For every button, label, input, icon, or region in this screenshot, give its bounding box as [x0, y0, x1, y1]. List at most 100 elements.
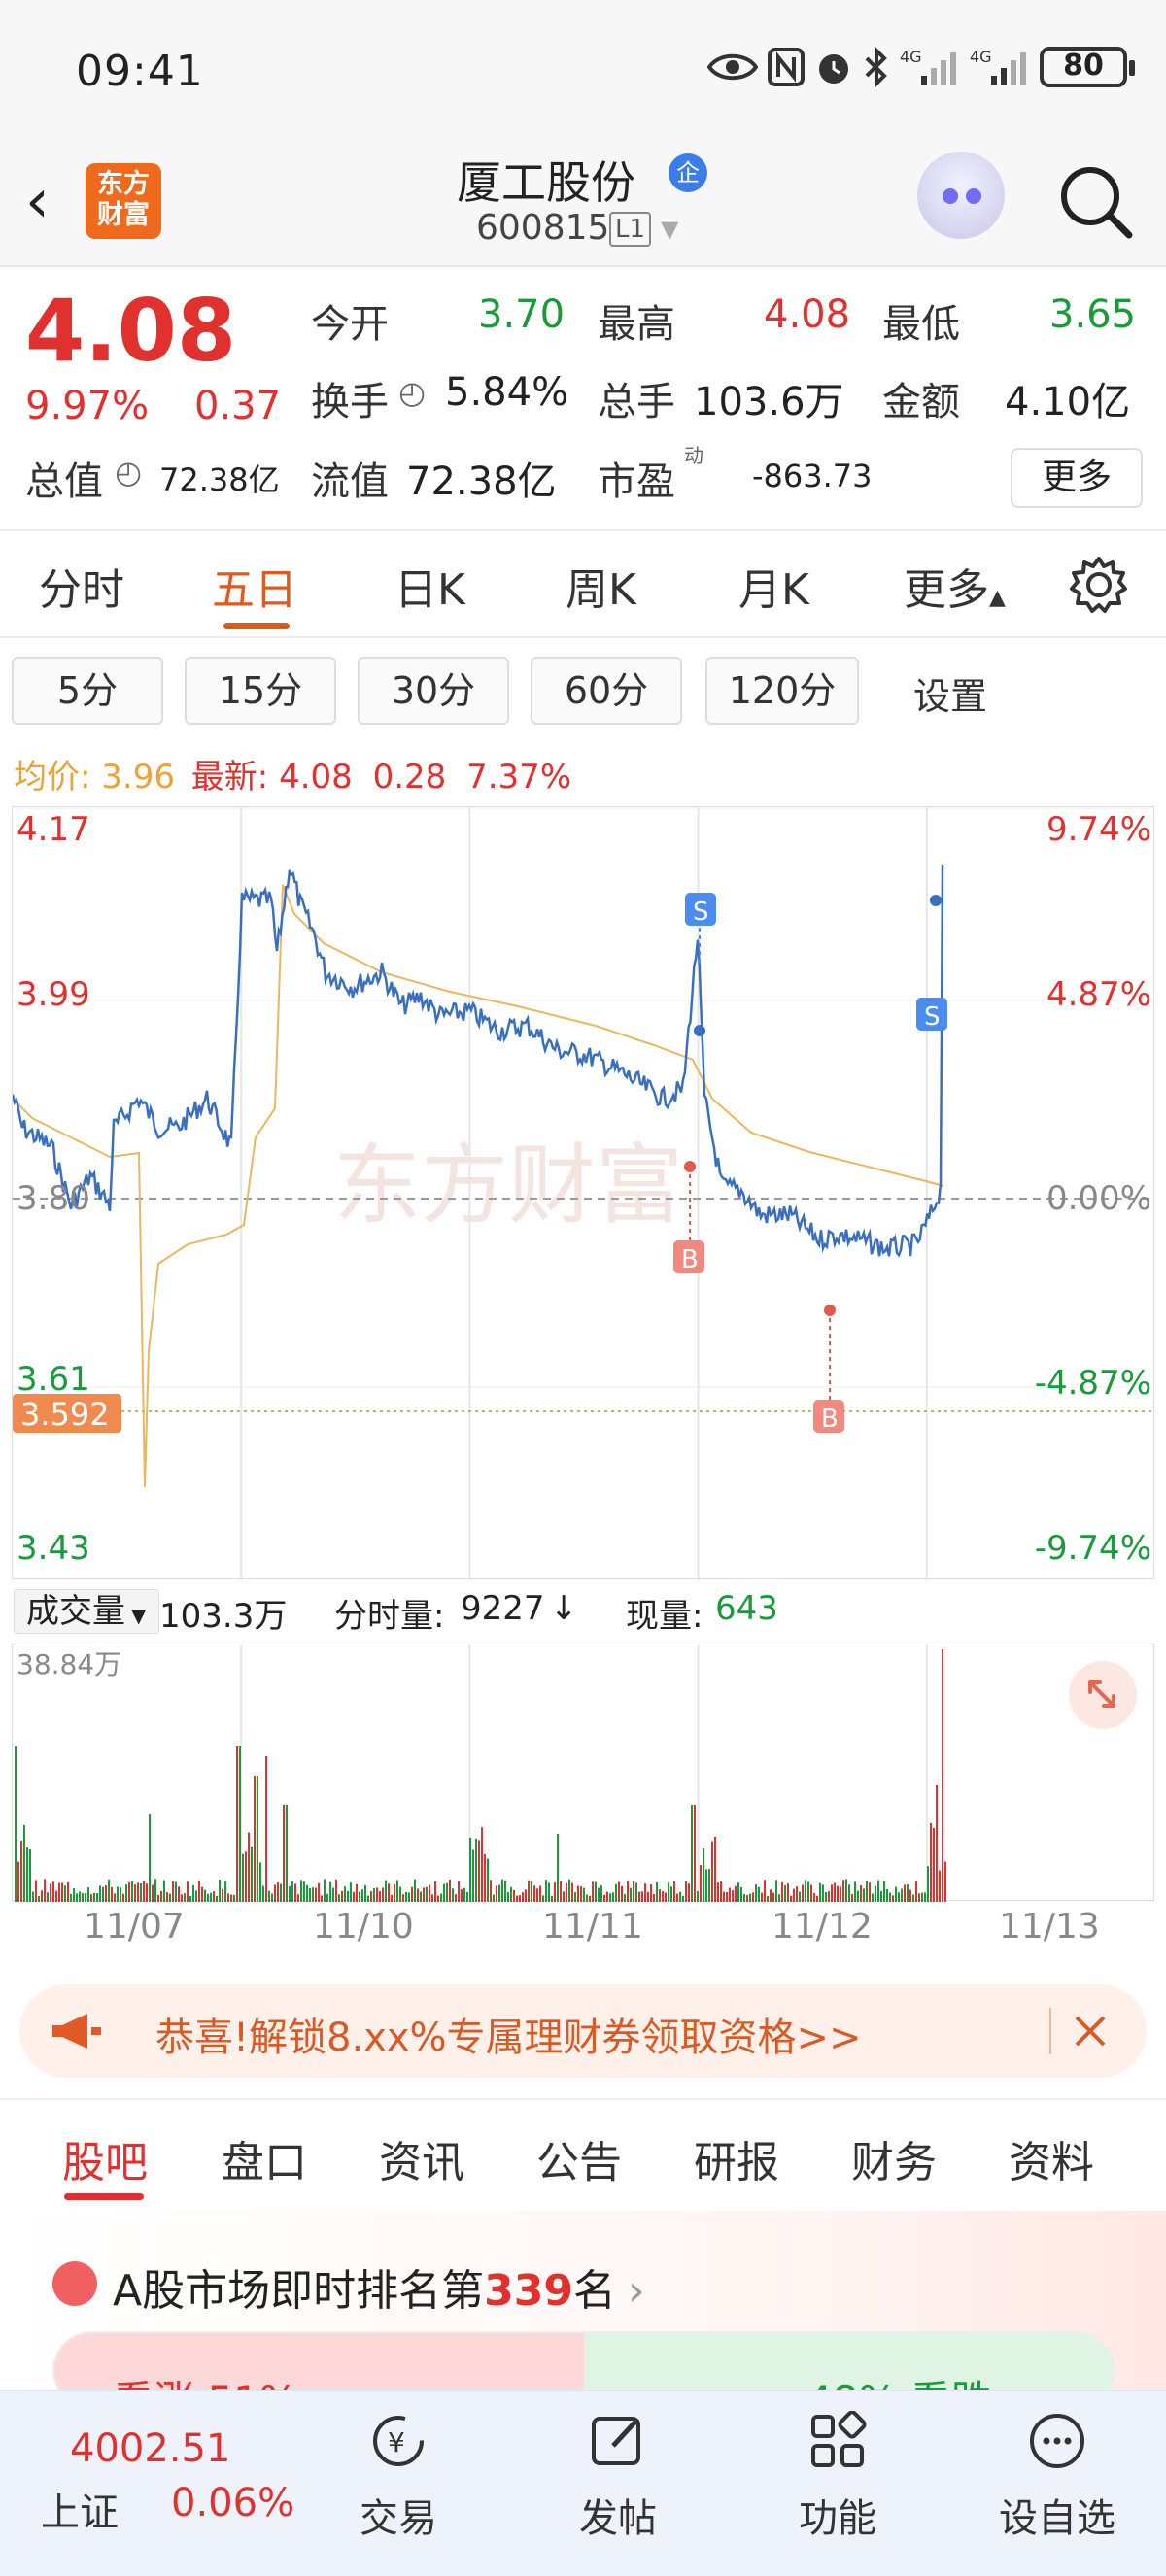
volume-bar [854, 1881, 856, 1902]
interval-15min[interactable]: 15分 [185, 657, 336, 725]
tab-weekly-k[interactable]: 周K [566, 555, 636, 617]
tab-five-day[interactable]: 五日 [212, 555, 297, 617]
volume-bar [198, 1880, 200, 1902]
tab-guba[interactable]: 股吧 [62, 2127, 148, 2189]
volume-bar [586, 1894, 588, 1902]
volume-bar [99, 1885, 101, 1902]
interval-30min[interactable]: 30分 [358, 657, 509, 725]
expand-icon[interactable] [1069, 1661, 1137, 1729]
volume-bar [828, 1891, 830, 1902]
volume-bar [490, 1880, 492, 1902]
tab-finance[interactable]: 财务 [851, 2127, 937, 2189]
volume-chart[interactable]: 38.84万 [12, 1644, 1154, 1902]
assistant-robot-icon[interactable] [917, 152, 1005, 239]
back-icon[interactable]: ‹ [25, 165, 50, 236]
index-change[interactable]: 0.06% [171, 2481, 294, 2525]
volume-bar [810, 1884, 812, 1902]
volume-bar [47, 1892, 49, 1902]
close-icon[interactable] [1071, 2012, 1110, 2051]
volume-bar [737, 1882, 739, 1902]
index-value[interactable]: 4002.51 [70, 2426, 230, 2471]
nav-add-watchlist[interactable]: 设自选 [989, 2411, 1125, 2543]
volume-bar [283, 1805, 285, 1902]
volume-bar [87, 1887, 89, 1902]
down-arrow-icon: ↓ [550, 1589, 578, 1628]
volume-bar [525, 1889, 527, 1902]
volume-bar [536, 1888, 538, 1902]
volume-bar [341, 1890, 343, 1902]
caret-down-icon[interactable]: ▼ [661, 216, 678, 243]
volume-bar [111, 1886, 113, 1902]
volume-bar [242, 1853, 244, 1902]
volume-bar [939, 1870, 941, 1902]
volume-bar [539, 1885, 541, 1902]
volume-bar [32, 1891, 34, 1902]
stock-name[interactable]: 厦工股份 [457, 148, 635, 212]
interval-60min[interactable]: 60分 [531, 657, 682, 725]
index-name[interactable]: 上证 [41, 2481, 119, 2537]
nav-functions[interactable]: 功能 [770, 2410, 906, 2543]
volume-bar [901, 1888, 903, 1902]
float-label: 流值 [311, 459, 389, 504]
tab-monthly-k[interactable]: 月K [738, 555, 809, 617]
volume-bar [857, 1890, 859, 1902]
volume-bar [29, 1849, 31, 1902]
volume-bar [385, 1880, 387, 1902]
volume-bar [122, 1893, 124, 1902]
ranking-chart-icon [52, 2261, 97, 2306]
nav-post[interactable]: 发帖 [550, 2411, 686, 2543]
tab-profile[interactable]: 资料 [1009, 2127, 1094, 2189]
level-badge[interactable]: L1 [609, 212, 652, 247]
interval-120min[interactable]: 120分 [705, 657, 859, 725]
volume-bar [670, 1886, 672, 1902]
volume-bar [245, 1851, 247, 1902]
volume-bar [837, 1885, 839, 1902]
volume-bar [131, 1881, 133, 1902]
brand-logo[interactable]: 东方 财富 [86, 163, 161, 239]
interval-settings-button[interactable]: 设置 [913, 666, 987, 720]
avg-label: 均价: [14, 758, 91, 797]
volume-bar [149, 1814, 151, 1902]
volume-bar [598, 1887, 600, 1902]
tab-research[interactable]: 研报 [694, 2127, 779, 2189]
turnover-label: 换手 [311, 380, 389, 424]
volume-bar [729, 1887, 731, 1902]
gear-icon[interactable] [1069, 555, 1129, 615]
promo-banner[interactable]: 恭喜!解锁8.xx%专属理财券领取资格>> [19, 1984, 1147, 2078]
info-icon[interactable]: ◴ [115, 454, 142, 491]
more-quote-button[interactable]: 更多 [1011, 448, 1143, 508]
volume-bar [592, 1881, 594, 1902]
volume-bar [807, 1881, 809, 1902]
volume-indicator-select[interactable]: 成交量 ▼ [14, 1589, 159, 1634]
date-label-2: 11/10 [313, 1907, 414, 1947]
tab-news[interactable]: 资讯 [379, 2127, 464, 2189]
info-icon[interactable]: ◴ [398, 374, 426, 411]
volume-bar [621, 1885, 623, 1902]
volume-bar [557, 1834, 559, 1902]
tab-announcements[interactable]: 公告 [536, 2127, 622, 2189]
volume-bar [236, 1746, 238, 1902]
tab-pankou[interactable]: 盘口 [222, 2127, 307, 2189]
volume-bar [96, 1893, 98, 1902]
interval-5min[interactable]: 5分 [12, 657, 163, 725]
volume-bar [105, 1885, 107, 1902]
volume-bar [41, 1890, 43, 1902]
volume-bar [682, 1895, 684, 1902]
search-icon[interactable] [1055, 161, 1135, 241]
volume-bar [463, 1887, 465, 1902]
volume-bar [213, 1891, 215, 1902]
volume-bar [379, 1891, 381, 1902]
tab-intraday[interactable]: 分时 [39, 555, 124, 617]
tab-daily-k[interactable]: 日K [394, 555, 465, 617]
volume-bar [329, 1881, 331, 1902]
period-tabs: 分时 五日 日K 周K 月K 更多▲ [0, 529, 1166, 638]
volume-bar [851, 1894, 853, 1902]
volume-bar [44, 1879, 46, 1902]
volume-bar [160, 1890, 162, 1902]
price-chart[interactable]: 东方财富 4.17 3.99 3.80 3.61 3.43 9.74% 4.87… [11, 806, 1155, 1580]
volume-bar [531, 1881, 532, 1902]
tab-more-periods[interactable]: 更多▲ [904, 555, 1006, 617]
megaphone-icon [52, 2014, 101, 2049]
last-price: 4.08 [25, 281, 237, 381]
nav-trade[interactable]: ¥ 交易 [330, 2411, 466, 2543]
